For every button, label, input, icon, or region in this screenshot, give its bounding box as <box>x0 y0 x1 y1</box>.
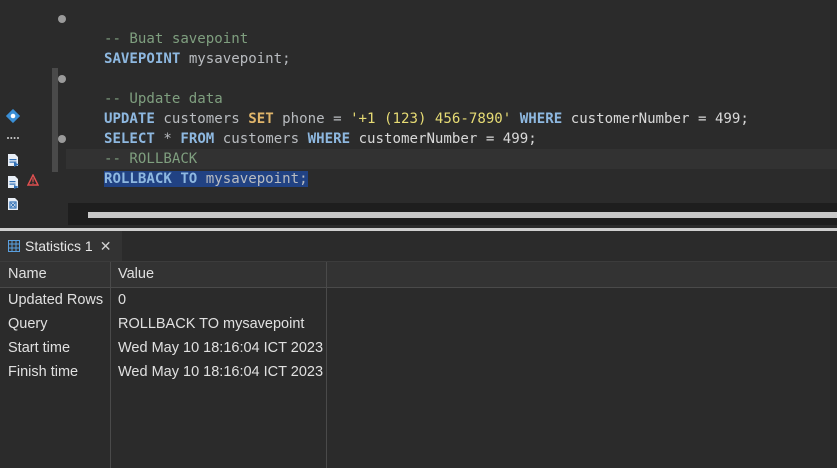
grid-icon <box>8 240 20 252</box>
grid-header: Name Value <box>0 262 837 288</box>
close-icon[interactable]: ✕ <box>100 238 112 255</box>
table-row[interactable]: Query ROLLBACK TO mysavepoint <box>0 312 326 336</box>
column-header-value[interactable]: Value <box>110 262 326 287</box>
row-name: Updated Rows <box>8 292 104 308</box>
warning-icon <box>26 173 40 187</box>
execute-script-icon[interactable] <box>6 153 20 167</box>
code-line-4[interactable]: -- Update data <box>70 69 223 107</box>
row-value: 0 <box>118 292 127 308</box>
savepoint-name: mysavepoint; <box>197 171 308 187</box>
explain-plan-icon[interactable] <box>6 197 20 211</box>
column-divider <box>326 262 327 468</box>
code-line-6[interactable]: SELECT * FROM customers WHERE customerNu… <box>70 109 537 147</box>
row-name: Finish time <box>8 364 79 380</box>
condition: customerNumber = 499; <box>350 131 537 147</box>
script-run-icon[interactable] <box>6 175 20 189</box>
code-line-8[interactable]: ROLLBACK TO mysavepoint; <box>70 149 308 187</box>
keyword-rollback: ROLLBACK TO <box>103 171 198 187</box>
row-value: Wed May 10 18:16:04 ICT 2023 <box>118 364 324 380</box>
keyword-where: WHERE <box>307 131 351 147</box>
more-icon[interactable] <box>6 129 20 143</box>
fold-marker[interactable] <box>58 135 66 143</box>
row-value: Wed May 10 18:16:04 ICT 2023 <box>118 340 324 356</box>
table-row[interactable]: Start time Wed May 10 18:16:04 ICT 2023 <box>0 336 326 360</box>
horizontal-scrollbar[interactable] <box>68 203 837 225</box>
fold-region-bar <box>52 68 58 172</box>
statistics-panel: Statistics 1 ✕ Name Value Updated Rows 0… <box>0 231 837 468</box>
results-tab-bar: Statistics 1 ✕ <box>0 231 837 262</box>
settings-icon[interactable] <box>6 109 20 123</box>
scrollbar-thumb[interactable] <box>88 212 837 218</box>
tab-label: Statistics 1 <box>25 238 93 254</box>
keyword-savepoint: SAVEPOINT <box>103 51 181 67</box>
fold-marker[interactable] <box>58 75 66 83</box>
table-row[interactable]: Updated Rows 0 <box>0 288 326 312</box>
code-line-7[interactable]: -- ROLLBACK <box>70 129 197 167</box>
identifier: customers <box>214 131 308 147</box>
tab-statistics-1[interactable]: Statistics 1 ✕ <box>0 231 122 261</box>
row-name: Query <box>8 316 48 332</box>
code-line-2[interactable]: SAVEPOINT mysavepoint; <box>70 29 291 67</box>
statistics-grid: Name Value Updated Rows 0 Query ROLLBACK… <box>0 262 837 468</box>
row-value: ROLLBACK TO mysavepoint <box>118 316 305 332</box>
savepoint-name: mysavepoint; <box>180 51 291 67</box>
fold-marker[interactable] <box>58 15 66 23</box>
sql-editor[interactable]: -- Buat savepoint SAVEPOINT mysavepoint;… <box>0 0 837 228</box>
column-header-name[interactable]: Name <box>0 262 110 287</box>
code-line-5[interactable]: UPDATE customers SET phone = '+1 (123) 4… <box>70 89 749 127</box>
row-name: Start time <box>8 340 71 356</box>
condition: customerNumber = 499; <box>562 111 749 127</box>
editor-gutter <box>0 0 50 228</box>
table-row[interactable]: Finish time Wed May 10 18:16:04 ICT 2023 <box>0 360 326 384</box>
code-line-1[interactable]: -- Buat savepoint <box>70 9 248 47</box>
